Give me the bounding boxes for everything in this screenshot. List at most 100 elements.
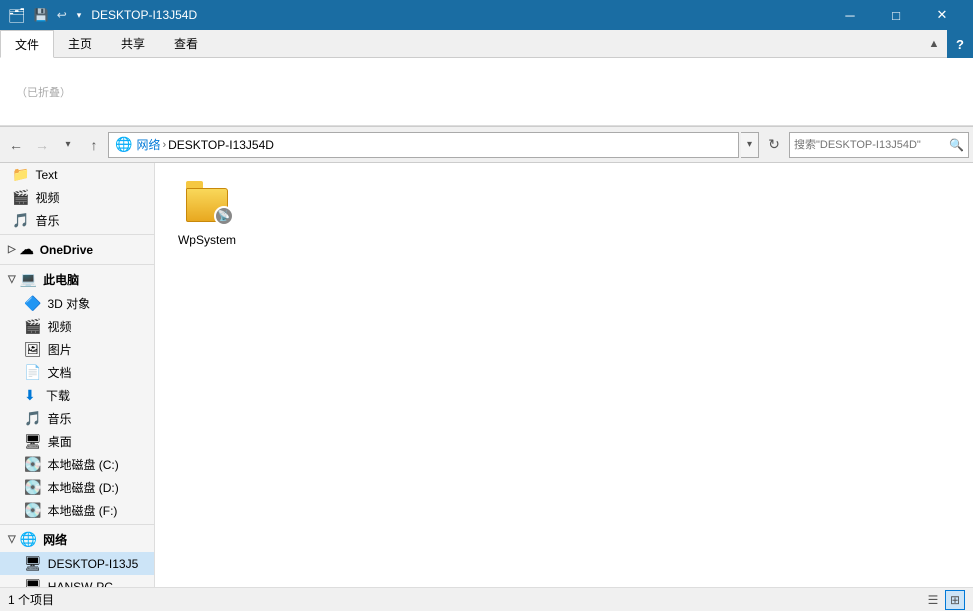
sidebar-item-text[interactable]: 📁 Text bbox=[0, 163, 154, 186]
sidebar-scroll: 📁 Text 🎬 视频 🎵 音乐 ▷ ☁ OneDrive ▽ bbox=[0, 163, 154, 587]
recent-locations-button[interactable]: ▾ bbox=[56, 133, 80, 157]
sidebar-label-downloads: 下载 bbox=[46, 387, 70, 404]
sidebar-item-pictures[interactable]: 🖼 图片 bbox=[0, 338, 154, 361]
wpsystem-icon-wrap: 📡 bbox=[183, 181, 231, 229]
sidebar: 📁 Text 🎬 视频 🎵 音乐 ▷ ☁ OneDrive ▽ bbox=[0, 163, 155, 587]
network-icon: 🌐 bbox=[20, 531, 37, 548]
folder-icon: 📁 bbox=[12, 166, 29, 183]
sidebar-item-local-d[interactable]: 💽 本地磁盘 (D:) bbox=[0, 476, 154, 499]
sidebar-item-documents[interactable]: 📄 文档 bbox=[0, 361, 154, 384]
view-list-button[interactable]: ☰ bbox=[923, 590, 943, 610]
divider-3 bbox=[0, 524, 154, 525]
sidebar-item-desktop-i13[interactable]: 🖥 DESKTOP-I13J5 bbox=[0, 552, 154, 575]
sidebar-label-3d: 3D 对象 bbox=[47, 295, 90, 312]
tab-home[interactable]: 主页 bbox=[54, 30, 107, 57]
sidebar-item-hansw[interactable]: 🖥 HANSW-PC bbox=[0, 575, 154, 587]
status-bar: 1 个项目 ☰ ⊞ bbox=[0, 587, 973, 611]
folder-tab bbox=[186, 181, 203, 188]
file-item-wpsystem[interactable]: 📡 WpSystem bbox=[167, 175, 247, 253]
sidebar-network[interactable]: ▽ 🌐 网络 bbox=[0, 527, 154, 552]
wpsystem-label: WpSystem bbox=[178, 233, 236, 247]
expand-icon-onedrive: ▷ bbox=[8, 244, 16, 255]
sidebar-item-video[interactable]: 🎬 视频 bbox=[0, 315, 154, 338]
forward-button[interactable]: → bbox=[30, 133, 54, 157]
expand-icon-this-pc: ▽ bbox=[8, 274, 16, 285]
sidebar-label-documents: 文档 bbox=[47, 364, 71, 381]
sidebar-item-local-c[interactable]: 💽 本地磁盘 (C:) bbox=[0, 453, 154, 476]
sidebar-label-music: 音乐 bbox=[47, 410, 71, 427]
desktop-icon: 🖥 bbox=[24, 433, 42, 450]
sidebar-item-video-quick[interactable]: 🎬 视频 bbox=[0, 186, 154, 209]
divider-2 bbox=[0, 264, 154, 265]
video-icon-2: 🎬 bbox=[24, 318, 41, 335]
quick-access-dropdown[interactable]: ▾ bbox=[77, 10, 82, 21]
ribbon-content: （已折叠） bbox=[0, 58, 973, 126]
back-button[interactable]: ← bbox=[4, 133, 28, 157]
sidebar-label-text: Text bbox=[35, 168, 57, 182]
ribbon: 文件 主页 共享 查看 ▲ ? （已折叠） bbox=[0, 30, 973, 127]
expand-icon-network: ▽ bbox=[8, 534, 16, 545]
tab-share[interactable]: 共享 bbox=[107, 30, 160, 57]
sidebar-label-desktop-i13: DESKTOP-I13J5 bbox=[48, 557, 138, 571]
ribbon-collapse-btn[interactable]: ▲ bbox=[921, 30, 947, 58]
ribbon-tabs: 文件 主页 共享 查看 ▲ ? bbox=[0, 30, 973, 58]
sidebar-onedrive[interactable]: ▷ ☁ OneDrive bbox=[0, 237, 154, 262]
status-bar-right: ☰ ⊞ bbox=[923, 590, 965, 610]
sidebar-label-hansw: HANSW-PC bbox=[48, 580, 113, 588]
3d-icon: 🔷 bbox=[24, 295, 41, 312]
search-input[interactable] bbox=[794, 139, 949, 151]
pictures-icon: 🖼 bbox=[24, 341, 42, 358]
breadcrumb-current[interactable]: DESKTOP-I13J54D bbox=[168, 138, 274, 152]
sidebar-item-local-f[interactable]: 💽 本地磁盘 (F:) bbox=[0, 499, 154, 522]
disk-d-icon: 💽 bbox=[24, 479, 41, 496]
view-grid-button[interactable]: ⊞ bbox=[945, 590, 965, 610]
maximize-button[interactable]: □ bbox=[873, 0, 919, 30]
title-bar-icons: 🗂 💾 ↩ ▾ bbox=[8, 7, 85, 24]
address-bar[interactable]: 🌐 网络 › DESKTOP-I13J54D bbox=[108, 132, 739, 158]
onedrive-icon: ☁ bbox=[20, 241, 34, 258]
address-bar-area: ← → ▾ ↑ 🌐 网络 › DESKTOP-I13J54D ▾ ↻ 🔍 bbox=[0, 127, 973, 163]
folder-overlay-icon: 📡 bbox=[214, 206, 234, 226]
sidebar-label-local-d: 本地磁盘 (D:) bbox=[47, 479, 118, 496]
quick-access-save[interactable]: 💾 bbox=[34, 8, 49, 22]
address-dropdown[interactable]: ▾ bbox=[741, 132, 759, 158]
title-bar-title: DESKTOP-I13J54D bbox=[91, 8, 827, 22]
sidebar-item-downloads[interactable]: ⬇ 下载 bbox=[0, 384, 154, 407]
quick-access-icon-1[interactable]: 🗂 bbox=[8, 7, 26, 24]
help-btn[interactable]: ? bbox=[947, 30, 973, 58]
breadcrumb-sep-1: › bbox=[162, 139, 166, 151]
sidebar-label-desktop: 桌面 bbox=[48, 433, 72, 450]
sidebar-item-music-quick[interactable]: 🎵 音乐 bbox=[0, 209, 154, 232]
disk-f-icon: 💽 bbox=[24, 502, 41, 519]
sidebar-label-onedrive: OneDrive bbox=[40, 243, 93, 257]
sidebar-label-music-quick: 音乐 bbox=[35, 212, 59, 229]
sidebar-label-local-c: 本地磁盘 (C:) bbox=[47, 456, 118, 473]
downloads-icon: ⬇ bbox=[24, 387, 40, 404]
music-icon: 🎵 bbox=[24, 410, 41, 427]
desktop-i13-icon: 🖥 bbox=[24, 555, 42, 572]
view-list-icon: ☰ bbox=[928, 593, 939, 607]
search-bar[interactable]: 🔍 bbox=[789, 132, 969, 158]
tab-view[interactable]: 查看 bbox=[160, 30, 213, 57]
tab-file[interactable]: 文件 bbox=[0, 30, 54, 58]
minimize-button[interactable]: ─ bbox=[827, 0, 873, 30]
breadcrumb-network[interactable]: 网络 bbox=[136, 136, 160, 153]
documents-icon: 📄 bbox=[24, 364, 41, 381]
title-bar: 🗂 💾 ↩ ▾ DESKTOP-I13J54D ─ □ ✕ bbox=[0, 0, 973, 30]
window-controls: ─ □ ✕ bbox=[827, 0, 965, 30]
close-button[interactable]: ✕ bbox=[919, 0, 965, 30]
sidebar-this-pc[interactable]: ▽ 💻 此电脑 bbox=[0, 267, 154, 292]
this-pc-icon: 💻 bbox=[20, 271, 37, 288]
sidebar-item-3d[interactable]: 🔷 3D 对象 bbox=[0, 292, 154, 315]
sidebar-item-desktop[interactable]: 🖥 桌面 bbox=[0, 430, 154, 453]
sidebar-item-music[interactable]: 🎵 音乐 bbox=[0, 407, 154, 430]
sidebar-label-video: 视频 bbox=[47, 318, 71, 335]
main-area: 📁 Text 🎬 视频 🎵 音乐 ▷ ☁ OneDrive ▽ bbox=[0, 163, 973, 587]
search-icon[interactable]: 🔍 bbox=[949, 138, 964, 152]
hansw-icon: 🖥 bbox=[24, 578, 42, 587]
status-count: 1 个项目 bbox=[8, 591, 54, 608]
up-button[interactable]: ↑ bbox=[82, 133, 106, 157]
divider-1 bbox=[0, 234, 154, 235]
refresh-button[interactable]: ↻ bbox=[761, 132, 787, 158]
quick-access-undo[interactable]: ↩ bbox=[57, 8, 67, 22]
